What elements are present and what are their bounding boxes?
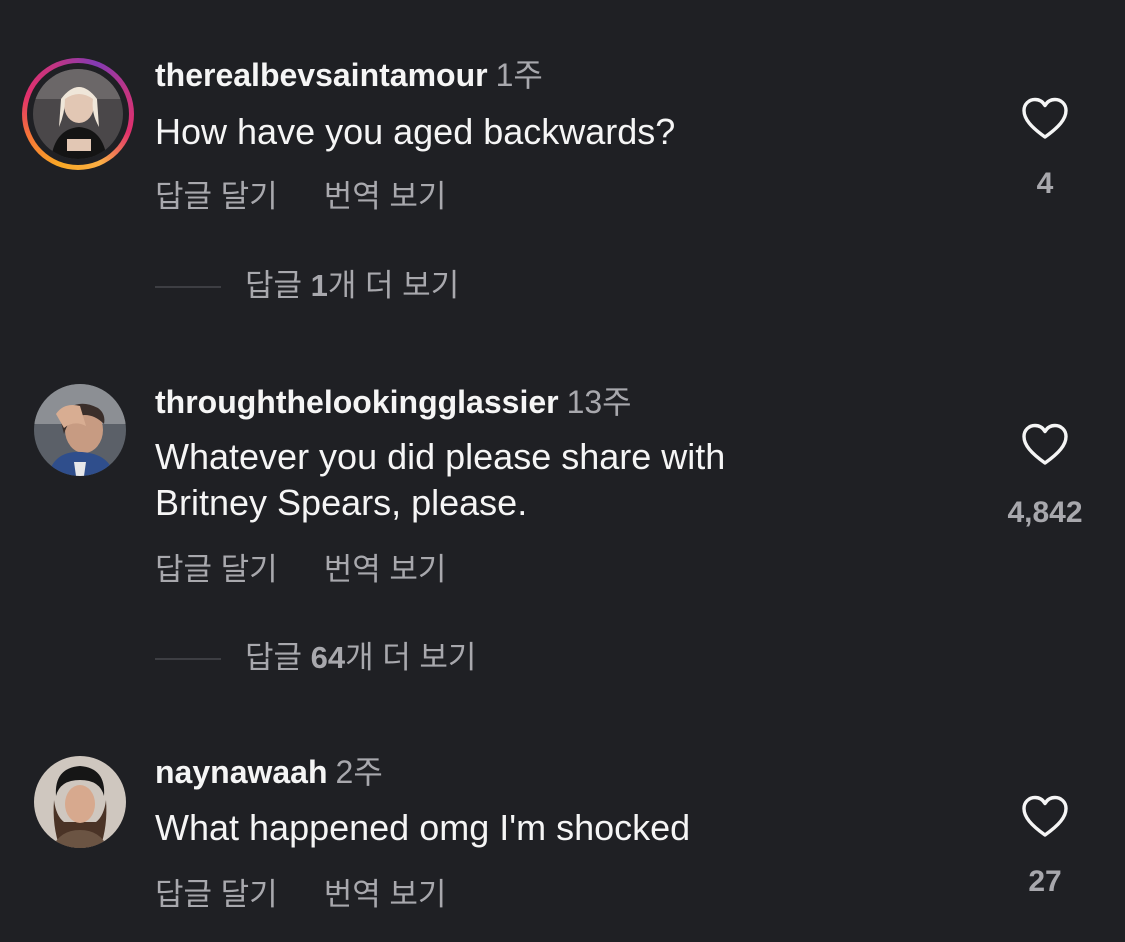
comment-text-line: What happened omg I'm shocked <box>155 807 691 848</box>
comment-text: What happened omg I'm shocked <box>155 805 690 851</box>
comment-item: naynawaah 2주 What happened omg I'm shocke… <box>0 0 1125 942</box>
heart-outline-icon[interactable] <box>1021 795 1069 839</box>
avatar[interactable] <box>34 756 126 848</box>
username[interactable]: naynawaah <box>155 754 328 790</box>
avatar-image <box>34 756 126 848</box>
reply-button[interactable]: 답글 달기 <box>155 877 278 912</box>
like-count: 27 <box>1028 865 1062 898</box>
see-translation-button[interactable]: 번역 보기 <box>324 877 447 912</box>
comment-header: naynawaah 2주 <box>155 753 383 791</box>
comment-actions: 답글 달기 번역 보기 <box>155 876 446 914</box>
timestamp: 2주 <box>335 754 383 790</box>
like-control: 27 <box>975 795 1115 898</box>
